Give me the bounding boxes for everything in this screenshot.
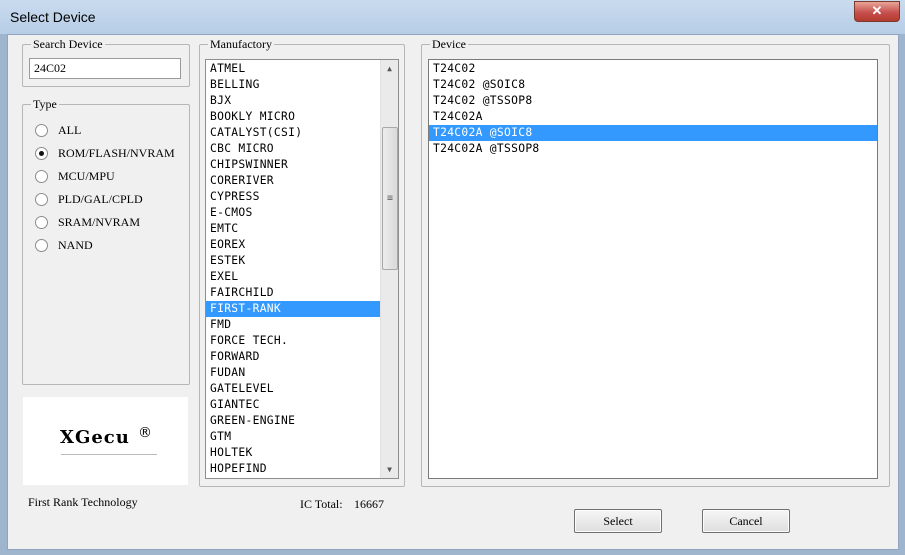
device-list[interactable]: T24C02 T24C02 @SOIC8 T24C02 @TSSOP8 T24C02A…	[428, 59, 878, 479]
manufactory-item[interactable]: HOPEFIND	[206, 461, 380, 477]
manufactory-item[interactable]: FUDAN	[206, 365, 380, 381]
manufactory-item[interactable]: EXEL	[206, 269, 380, 285]
xgecu-logo: XGecu ®	[23, 397, 188, 485]
manufactory-item[interactable]: HOLTEK	[206, 445, 380, 461]
select-button[interactable]: Select	[574, 509, 662, 533]
manufactory-item[interactable]: ESTEK	[206, 253, 380, 269]
manufactory-item[interactable]: BELLING	[206, 77, 380, 93]
manufactory-item[interactable]: GATELEVEL	[206, 381, 380, 397]
device-legend: Device	[430, 37, 468, 52]
window-title: Select Device	[10, 9, 96, 25]
type-option-3[interactable]: MCU/MPU	[35, 168, 115, 184]
type-option-label: SRAM/NVRAM	[58, 214, 141, 229]
close-button[interactable]: ✕	[854, 1, 900, 22]
manufactory-item[interactable]: FORCE TECH.	[206, 333, 380, 349]
manufacturer-name: First Rank Technology	[28, 495, 138, 509]
ic-total-value: 16667	[354, 497, 384, 511]
manufactory-scrollbar[interactable]: ▲ ≡ ▼	[380, 60, 398, 478]
search-device-group: Search Device	[22, 37, 190, 87]
manufactory-item[interactable]: EOREX	[206, 237, 380, 253]
type-option-1[interactable]: ALL	[35, 122, 81, 138]
device-item[interactable]: T24C02A @TSSOP8	[429, 141, 877, 157]
manufactory-list[interactable]: ATMEL BELLING BJX BOOKLY MICRO CATALYST(CSI)…	[205, 59, 399, 479]
manufactory-item[interactable]: CBC MICRO	[206, 141, 380, 157]
registered-mark: ®	[138, 425, 152, 441]
manufactory-item[interactable]: GTM	[206, 429, 380, 445]
manufactory-item[interactable]: E-CMOS	[206, 205, 380, 221]
scroll-down-icon[interactable]: ▼	[381, 461, 398, 478]
close-icon: ✕	[871, 3, 883, 18]
type-option-label: PLD/GAL/CPLD	[58, 191, 143, 206]
search-device-legend: Search Device	[31, 37, 105, 52]
manufactory-item[interactable]: CHIPSWINNER	[206, 157, 380, 173]
manufactory-item[interactable]: FIRST-RANK	[206, 301, 380, 317]
type-option-4[interactable]: PLD/GAL/CPLD	[35, 191, 143, 207]
radio-icon[interactable]	[35, 169, 48, 183]
device-item[interactable]: T24C02 @SOIC8	[429, 77, 877, 93]
manufactory-item[interactable]: BJX	[206, 93, 380, 109]
manufactory-item[interactable]: FORWARD	[206, 349, 380, 365]
radio-icon[interactable]	[35, 215, 48, 229]
logo-text: XGecu	[60, 427, 130, 448]
manufactory-item[interactable]: FAIRCHILD	[206, 285, 380, 301]
manufactory-item[interactable]: CORERIVER	[206, 173, 380, 189]
radio-icon[interactable]	[35, 238, 48, 252]
manufactory-item[interactable]: BOOKLY MICRO	[206, 109, 380, 125]
device-item[interactable]: T24C02A @SOIC8	[429, 125, 877, 141]
type-option-label: ALL	[58, 122, 82, 137]
type-option-label: MCU/MPU	[58, 168, 115, 183]
manufactory-item[interactable]: ATMEL	[206, 61, 380, 77]
type-option-5[interactable]: SRAM/NVRAM	[35, 214, 140, 230]
manufactory-item[interactable]: GIANTEC	[206, 397, 380, 413]
type-option-label: NAND	[58, 237, 93, 252]
manufactory-item[interactable]: FMD	[206, 317, 380, 333]
manufactory-item[interactable]: CATALYST(CSI)	[206, 125, 380, 141]
manufactory-item[interactable]: CYPRESS	[206, 189, 380, 205]
scroll-thumb[interactable]: ≡	[382, 127, 398, 270]
radio-icon[interactable]	[35, 192, 48, 206]
manufactory-item[interactable]: GREEN-ENGINE	[206, 413, 380, 429]
device-item[interactable]: T24C02 @TSSOP8	[429, 93, 877, 109]
device-item[interactable]: T24C02A	[429, 109, 877, 125]
scroll-up-icon[interactable]: ▲	[381, 60, 398, 77]
ic-total-label: IC Total:	[300, 497, 343, 511]
device-group: Device T24C02 T24C02 @SOIC8 T24C02 @TSSOP8…	[421, 37, 890, 487]
type-group: Type ALL ROM/FLASH/NVRAM MCU/MPU PLD/GAL/CP…	[22, 97, 190, 385]
type-option-2[interactable]: ROM/FLASH/NVRAM	[35, 145, 175, 161]
grip-icon: ≡	[386, 193, 394, 204]
radio-icon[interactable]	[35, 146, 48, 160]
type-option-6[interactable]: NAND	[35, 237, 93, 253]
search-input[interactable]	[29, 58, 181, 79]
type-legend: Type	[31, 97, 59, 112]
cancel-button[interactable]: Cancel	[702, 509, 790, 533]
manufactory-item[interactable]: EMTC	[206, 221, 380, 237]
logo-underline	[61, 454, 157, 455]
title-bar: Select Device ✕	[0, 0, 905, 34]
type-option-label: ROM/FLASH/NVRAM	[58, 145, 175, 160]
manufactory-group: Manufactory ATMEL BELLING BJX BOOKLY MICRO C…	[199, 37, 405, 487]
dialog-body: Search Device Type ALL ROM/FLASH/NVRAM MCU…	[7, 34, 899, 550]
manufactory-legend: Manufactory	[208, 37, 274, 52]
radio-icon[interactable]	[35, 123, 48, 137]
device-item[interactable]: T24C02	[429, 61, 877, 77]
